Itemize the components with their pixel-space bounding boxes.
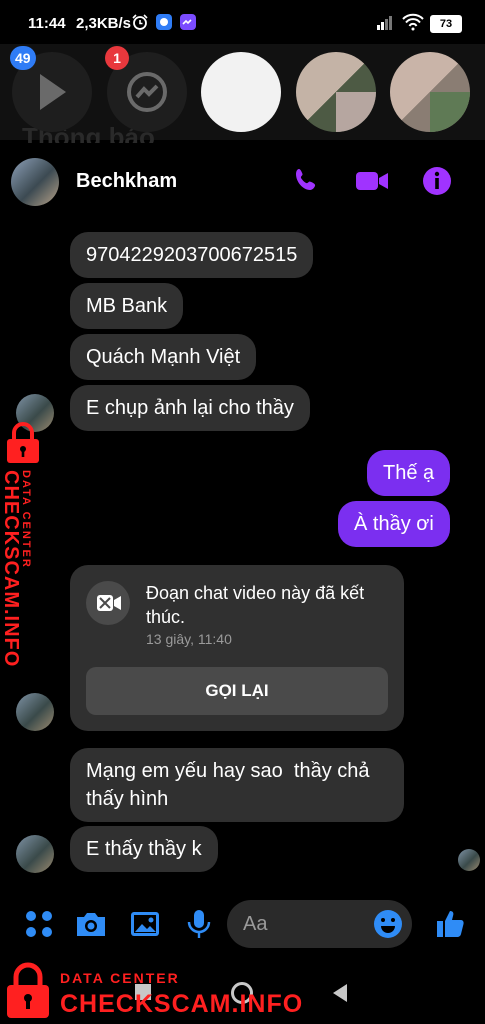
sender-avatar <box>16 835 54 873</box>
message-bubble-incoming[interactable]: Quách Mạnh Việt <box>70 334 257 380</box>
seen-indicator-avatar <box>458 849 480 871</box>
more-actions-icon[interactable] <box>22 907 56 941</box>
avatar <box>336 92 376 132</box>
wifi-icon <box>402 13 424 31</box>
avatar <box>430 92 470 132</box>
contact-name[interactable]: Bechkham <box>76 170 177 193</box>
phone-icon[interactable] <box>292 166 322 196</box>
watermark-lock-icon <box>7 962 49 1018</box>
video-call-ended-icon <box>86 581 130 625</box>
sender-avatar <box>16 693 54 731</box>
message-bubble-incoming[interactable]: Mạng em yếu hay sao thầy chả thấy hình <box>70 748 404 822</box>
camera-icon[interactable] <box>74 907 108 941</box>
message-composer: Aa <box>0 895 485 955</box>
watermark-label: DATA CENTER <box>60 970 180 986</box>
watermark-brand: CHECKSCAM.INFO <box>0 470 22 668</box>
chat-head-badge: 1 <box>105 46 129 70</box>
video-call-time: 13 giây, 11:40 <box>146 631 232 647</box>
video-call-icon[interactable] <box>354 166 390 196</box>
message-bubble-outgoing[interactable]: À thầy ơi <box>338 501 450 547</box>
chat-head-group[interactable] <box>296 52 376 132</box>
message-bubble-incoming[interactable]: E chụp ảnh lại cho thầy <box>70 385 310 431</box>
info-icon[interactable] <box>422 166 452 196</box>
alarm-icon <box>132 14 148 30</box>
chat-head-active[interactable] <box>201 52 281 132</box>
status-time: 11:44 <box>28 15 66 32</box>
thumbs-up-icon[interactable] <box>433 907 467 941</box>
video-call-ended-card: Đoạn chat video này đã kết thúc. 13 giây… <box>70 565 404 731</box>
message-bubble-incoming[interactable]: 9704229203700672515 <box>70 232 314 278</box>
microphone-icon[interactable] <box>182 907 216 941</box>
back-icon[interactable] <box>331 983 349 1003</box>
chat-head-badge: 49 <box>10 46 36 70</box>
watermark-lock-icon <box>7 422 39 463</box>
messenger-notification-icon <box>180 14 196 30</box>
chat-heads-bar: Thông báo 49 1 <box>0 44 485 152</box>
gallery-icon[interactable] <box>128 907 162 941</box>
message-bubble-outgoing[interactable]: Thế ạ <box>367 450 451 496</box>
network-speed: 2,3KB/s <box>76 15 132 32</box>
chat-head-group[interactable] <box>390 52 470 132</box>
call-again-button[interactable]: GỌI LẠI <box>86 667 388 715</box>
contact-avatar[interactable] <box>11 158 59 206</box>
battery-indicator: 73 <box>430 15 462 33</box>
status-bar: 11:44 2,3KB/s 73 <box>0 0 485 44</box>
app-notification-icon <box>156 14 172 30</box>
video-call-ended-title: Đoạn chat video này đã kết thúc. <box>146 583 365 627</box>
emoji-icon[interactable] <box>372 908 404 940</box>
signal-icon <box>377 16 392 30</box>
watermark-brand: CHECKSCAM.INFO <box>60 990 304 1018</box>
message-input[interactable]: Aa <box>227 900 412 948</box>
message-input-placeholder: Aa <box>243 913 268 935</box>
message-bubble-incoming[interactable]: MB Bank <box>70 283 184 329</box>
message-bubble-incoming[interactable]: E thấy thầy k <box>70 826 218 872</box>
